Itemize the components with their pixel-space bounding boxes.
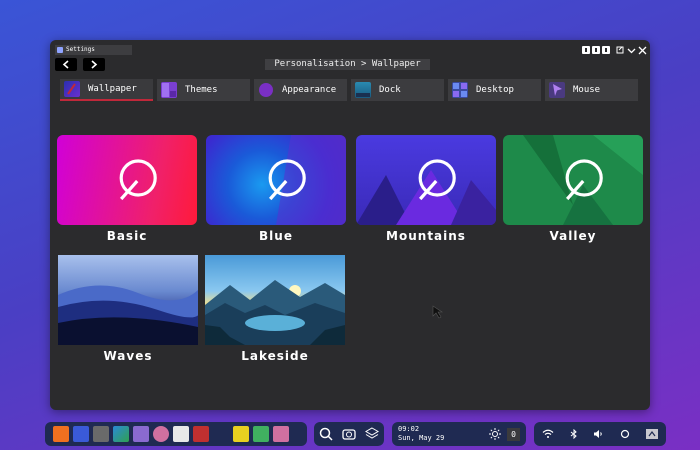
tab-label: Mouse: [573, 85, 601, 95]
clock-date: Sun, May 29: [398, 434, 445, 442]
themes-icon: [161, 82, 177, 98]
settings-icon[interactable]: [73, 426, 89, 442]
appearance-icon: [258, 82, 274, 98]
minimize-icon[interactable]: [627, 46, 636, 55]
chevron-left-icon: [62, 60, 69, 69]
search-icon[interactable]: [319, 427, 333, 441]
wallpaper-label: Blue: [259, 229, 293, 243]
wallpaper-card-basic[interactable]: Basic: [57, 135, 197, 243]
tab-dock[interactable]: Dock: [351, 79, 444, 101]
settings-tabs: Wallpaper Themes Appearance Dock Desktop: [60, 79, 638, 101]
wallpaper-label: Valley: [549, 229, 597, 243]
breadcrumb: Personalisation > Wallpaper: [265, 59, 430, 70]
wallpaper-thumbnail: [58, 255, 198, 345]
restore-icon[interactable]: [616, 46, 625, 55]
show-desktop-button[interactable]: [646, 429, 659, 439]
taskbar-system-tray: [534, 422, 666, 446]
tab-label: Dock: [379, 85, 401, 95]
mountains-app-icon[interactable]: [133, 426, 149, 442]
layout-right-button[interactable]: [602, 46, 610, 54]
wifi-icon[interactable]: [542, 429, 554, 439]
forward-button[interactable]: [83, 58, 105, 71]
wallpaper-label: Waves: [103, 349, 153, 363]
taskbar-quick-actions: [314, 422, 384, 446]
apps-grid-icon[interactable]: [253, 426, 269, 442]
wallpaper-card-mountains[interactable]: Mountains: [356, 135, 496, 243]
desktop-icon: [452, 82, 468, 98]
layers-icon[interactable]: [365, 427, 380, 441]
layout-center-button[interactable]: [592, 46, 600, 54]
calculator-icon[interactable]: [93, 426, 109, 442]
wallpaper-icon: [64, 81, 80, 97]
mouse-cursor-icon: [432, 305, 443, 319]
wallpaper-card-blue[interactable]: Blue: [206, 135, 346, 243]
taskbar-clock-group: 09:02 Sun, May 29 0: [392, 422, 526, 446]
taskbar-apps: [45, 422, 307, 446]
photos-icon[interactable]: [113, 426, 129, 442]
wallpaper-thumbnail: [205, 255, 345, 345]
window-controls: [614, 45, 647, 55]
tab-wallpaper[interactable]: Wallpaper: [60, 79, 153, 101]
chevron-up-icon: [648, 431, 656, 437]
wallpaper-thumbnail: [206, 135, 346, 225]
os-logo-icon: [418, 159, 456, 201]
wallpaper-label: Lakeside: [241, 349, 309, 363]
trash-icon[interactable]: [273, 426, 289, 442]
wallpaper-card-waves[interactable]: Waves: [58, 255, 198, 363]
tab-desktop[interactable]: Desktop: [448, 79, 541, 101]
os-logo-icon: [268, 159, 306, 201]
settings-window: Settings Personalisation > Wallpaper Wal…: [50, 40, 650, 410]
tab-label: Wallpaper: [88, 84, 137, 94]
volume-icon[interactable]: [593, 429, 604, 439]
os-logo-icon: [119, 159, 157, 201]
wallpaper-thumbnail: [356, 135, 496, 225]
layout-left-button[interactable]: [582, 46, 590, 54]
terminal-icon[interactable]: [193, 426, 209, 442]
download-icon[interactable]: [233, 426, 249, 442]
chevron-right-icon: [91, 60, 98, 69]
tab-label: Desktop: [476, 85, 514, 95]
window-title: Settings: [66, 46, 95, 53]
wallpaper-card-lakeside[interactable]: Lakeside: [205, 255, 345, 363]
mouse-icon: [549, 82, 565, 98]
bluetooth-icon[interactable]: [570, 429, 578, 439]
close-icon[interactable]: [638, 46, 647, 55]
clock[interactable]: 09:02 Sun, May 29: [392, 425, 450, 443]
notification-count-badge[interactable]: 0: [507, 427, 520, 441]
screenshot-icon[interactable]: [342, 427, 356, 441]
wallpaper-label: Mountains: [386, 229, 466, 243]
files-icon[interactable]: [53, 426, 69, 442]
tab-mouse[interactable]: Mouse: [545, 79, 638, 101]
tab-label: Themes: [185, 85, 218, 95]
wallpaper-card-valley[interactable]: Valley: [503, 135, 643, 243]
wallpaper-label: Basic: [106, 229, 148, 243]
notifications-icon[interactable]: [620, 429, 630, 439]
tab-appearance[interactable]: Appearance: [254, 79, 347, 101]
os-logo-icon: [565, 159, 603, 201]
wallpaper-thumbnail: [57, 135, 197, 225]
notes-icon[interactable]: [173, 426, 189, 442]
window-title-tab: Settings: [55, 45, 132, 55]
back-button[interactable]: [55, 58, 77, 71]
tab-themes[interactable]: Themes: [157, 79, 250, 101]
tab-label: Appearance: [282, 85, 337, 95]
wallpaper-thumbnail: [503, 135, 643, 225]
clock-time: 09:02: [398, 425, 420, 433]
dock-icon: [355, 82, 371, 98]
browser-icon[interactable]: [153, 426, 169, 442]
settings-app-icon: [57, 47, 63, 53]
brightness-icon[interactable]: [489, 428, 502, 440]
window-layout-controls: [580, 45, 610, 55]
